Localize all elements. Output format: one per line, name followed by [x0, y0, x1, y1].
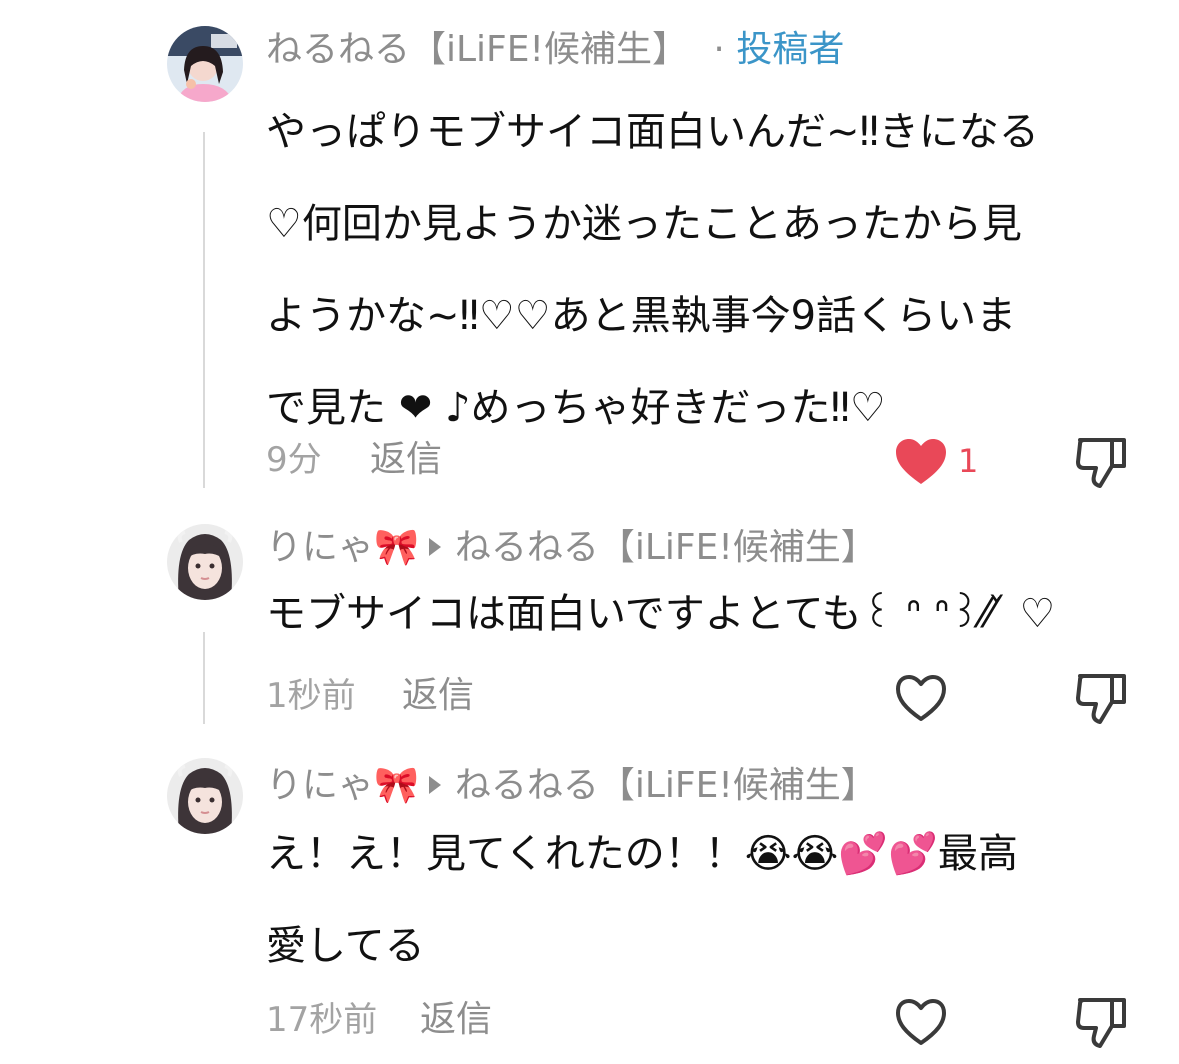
comment-2-line-1: モブサイコは面白いですよとても꒰ ᐢ ᐢ꒱⁄⁄ ̌ ♡ [266, 591, 1056, 637]
comment-3-reply-to[interactable]: ねるねる【iLiFE!候補生】 [455, 765, 877, 806]
reply-arrow-icon [428, 776, 441, 794]
comment-2-header: りにゃ🎀 ねるねる【iLiFE!候補生】 [266, 524, 877, 572]
thumbs-down-icon[interactable] [1074, 994, 1130, 1050]
comment-1-time: 9分 [266, 440, 322, 480]
reply-arrow-icon [428, 538, 441, 556]
comment-1-line-1: やっぱりモブサイコ面白いんだ~‼きになる [266, 109, 1039, 155]
comment-1-like-count: 1 [958, 442, 979, 480]
comment-3-line-1: え！え！見てくれたの！！😭😭💕💕最高 [266, 831, 1018, 877]
comment-2-author[interactable]: りにゃ🎀 [266, 527, 419, 568]
avatar-rinya[interactable] [167, 524, 243, 600]
comment-1-separator: · [713, 29, 725, 70]
thread-line-1 [203, 132, 205, 488]
thumbs-down-icon[interactable] [1074, 434, 1130, 490]
comment-1-header: ねるねる【iLiFE!候補生】 · 投稿者 [266, 26, 844, 74]
comment-1-text: やっぱりモブサイコ面白いんだ~‼きになる ♡何回か見ようか迷ったことあったから見… [266, 86, 1156, 454]
comment-2-text: モブサイコは面白いですよとても꒰ ᐢ ᐢ꒱⁄⁄ ̌ ♡ [266, 584, 1156, 644]
comment-1-line-3: ようかな~‼♡♡あと黒執事今9話くらいま [266, 293, 1017, 339]
thread-line-2 [203, 632, 205, 724]
creator-badge: 投稿者 [736, 29, 845, 70]
comment-3-time: 17秒前 [266, 1000, 378, 1040]
heart-outline-icon[interactable] [894, 997, 948, 1047]
comment-2-reply-to[interactable]: ねるねる【iLiFE!候補生】 [455, 527, 877, 568]
heart-outline-icon[interactable] [894, 673, 948, 723]
comment-3-header: りにゃ🎀 ねるねる【iLiFE!候補生】 [266, 762, 877, 810]
avatar-nerunetu[interactable] [167, 26, 243, 102]
comment-1-reply-button[interactable]: 返信 [370, 438, 442, 482]
comment-3-reply-button[interactable]: 返信 [420, 998, 492, 1042]
comment-3-text: え！え！見てくれたの！！😭😭💕💕最高 愛してる [266, 808, 1156, 992]
comment-2-time: 1秒前 [266, 676, 356, 716]
avatar-rinya[interactable] [167, 758, 243, 834]
thumbs-down-icon[interactable] [1074, 670, 1130, 726]
heart-filled-icon[interactable] [894, 437, 948, 487]
comment-1-author[interactable]: ねるねる【iLiFE!候補生】 [266, 29, 688, 70]
comment-1-line-2: ♡何回か見ようか迷ったことあったから見 [266, 201, 1022, 247]
comment-3-author[interactable]: りにゃ🎀 [266, 765, 419, 806]
comment-3-line-2: 愛してる [266, 923, 425, 969]
comment-2-reply-button[interactable]: 返信 [402, 674, 474, 718]
